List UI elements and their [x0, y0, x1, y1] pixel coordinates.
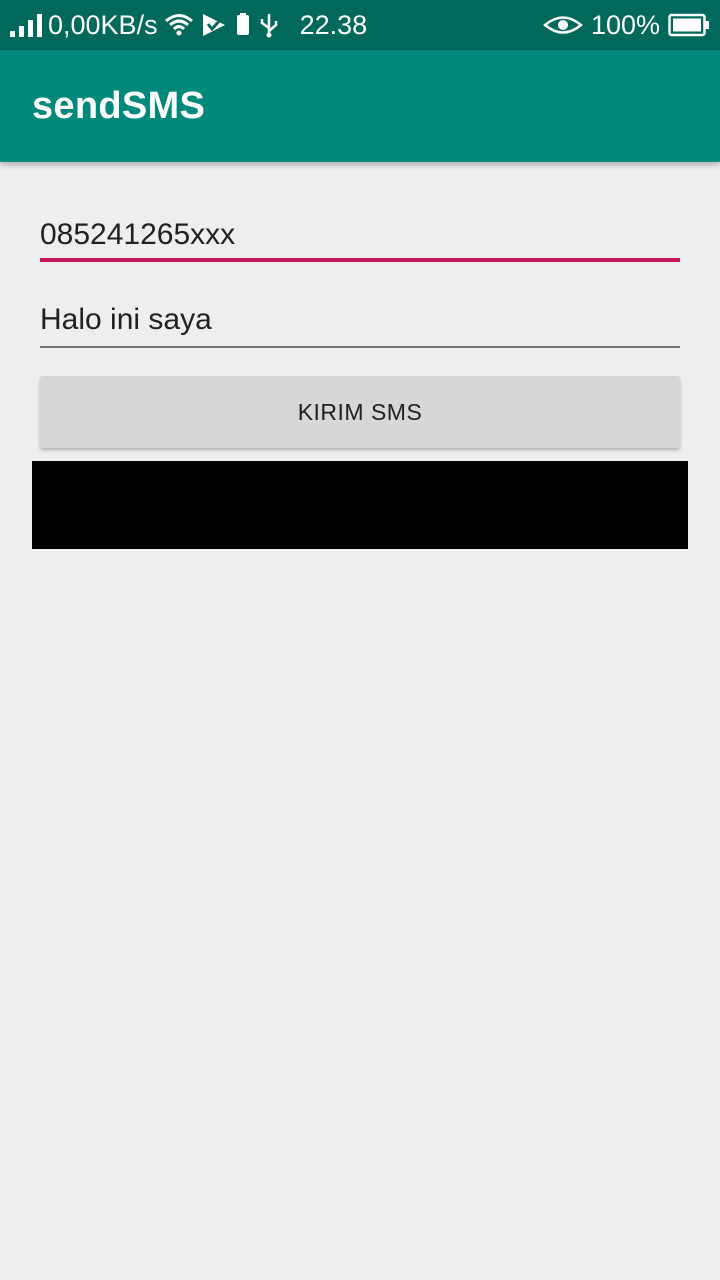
wifi-icon [164, 12, 194, 38]
status-left: 0,00KB/s 22.38 [10, 10, 367, 41]
app-bar: sendSMS [0, 50, 720, 162]
eye-icon [542, 14, 583, 36]
phone-number-value[interactable]: 085241265xxx [40, 218, 680, 258]
status-bar: 0,00KB/s 22.38 100% [0, 0, 720, 50]
send-sms-button[interactable]: KIRIM SMS [40, 376, 680, 448]
phone-number-field[interactable]: 085241265xxx [40, 218, 680, 262]
app-title: sendSMS [32, 84, 206, 127]
usb-icon [258, 12, 280, 38]
message-value[interactable]: Halo ini saya [40, 303, 680, 343]
net-speed: 0,00KB/s [48, 9, 158, 40]
signal-icon [10, 13, 42, 37]
battery-percent: 100% [590, 9, 660, 40]
message-field[interactable]: Halo ini saya [40, 303, 680, 348]
status-right: 100% [542, 9, 710, 41]
sim-icon [234, 12, 252, 38]
black-panel [32, 461, 688, 549]
phone-field-underline [40, 258, 680, 262]
battery-icon [668, 13, 710, 37]
checkmark-flag-icon [200, 12, 228, 38]
clock: 22.38 [299, 9, 368, 40]
message-field-underline [40, 346, 680, 348]
